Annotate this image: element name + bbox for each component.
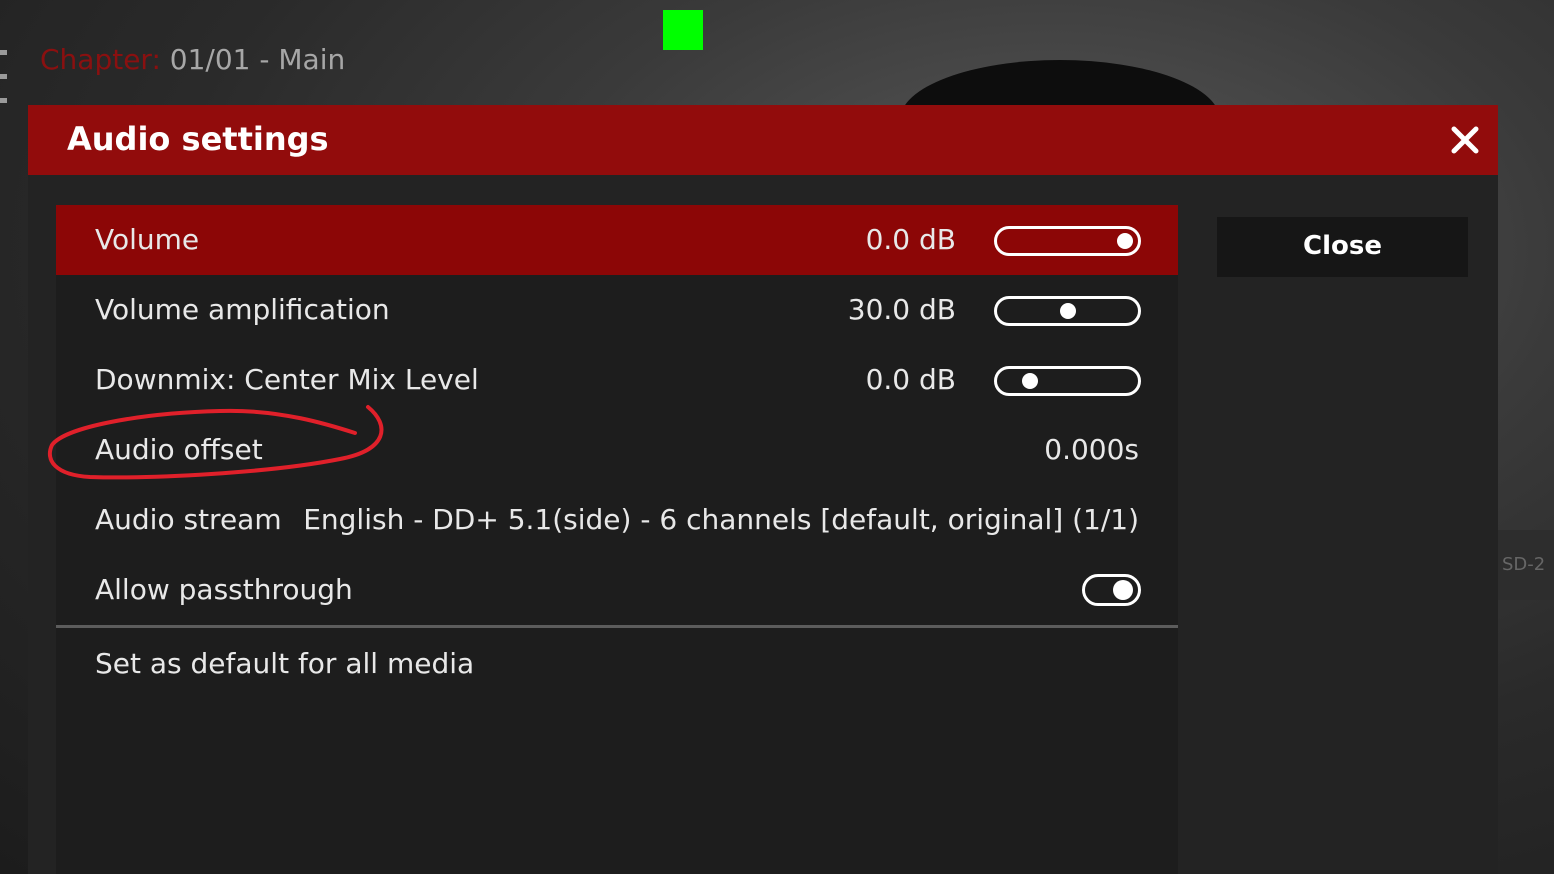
settings-list: Volume 0.0 dB Volume amplification 30.0 … (56, 205, 1178, 874)
setting-value: English - DD+ 5.1(side) - 6 channels [de… (303, 503, 1139, 536)
setting-row-audio-stream[interactable]: Audio stream English - DD+ 5.1(side) - 6… (56, 485, 1178, 555)
setting-row-allow-passthrough[interactable]: Allow passthrough (56, 555, 1178, 625)
volume-amplification-slider[interactable] (994, 296, 1141, 326)
setting-label: Volume (95, 223, 200, 256)
chapter-value: 01/01 - Main (160, 43, 346, 76)
setting-row-volume-amplification[interactable]: Volume amplification 30.0 dB (56, 275, 1178, 345)
slider-knob[interactable] (1022, 373, 1038, 389)
setting-row-audio-offset[interactable]: Audio offset 0.000s (56, 415, 1178, 485)
slider-knob[interactable] (1060, 303, 1076, 319)
setting-value: 30.0 dB (847, 293, 956, 326)
left-edge-dots (0, 50, 8, 122)
setting-row-downmix[interactable]: Downmix: Center Mix Level 0.0 dB (56, 345, 1178, 415)
audio-settings-dialog: Audio settings Volume 0.0 dB Volume ampl… (28, 105, 1498, 874)
divider (56, 625, 1178, 628)
set-default-button[interactable]: Set as default for all media (95, 629, 474, 699)
dialog-header: Audio settings (28, 105, 1498, 175)
setting-label: Downmix: Center Mix Level (95, 363, 479, 396)
setting-row-volume[interactable]: Volume 0.0 dB (56, 205, 1178, 275)
setting-value: 0.0 dB (865, 223, 956, 256)
background-side-panel: SD-2 (1498, 530, 1554, 600)
video-background: SD-2 Chapter: 01/01 - Main Audio setting… (0, 0, 1554, 874)
toggle-knob (1113, 580, 1133, 600)
setting-label: Volume amplification (95, 293, 390, 326)
setting-label: Audio offset (95, 433, 263, 466)
dialog-title: Audio settings (67, 120, 329, 158)
center-mix-level-slider[interactable] (994, 366, 1141, 396)
setting-label: Allow passthrough (95, 573, 353, 606)
slider-knob[interactable] (1117, 233, 1133, 249)
chapter-info: Chapter: 01/01 - Main (40, 40, 345, 80)
setting-label: Audio stream (95, 503, 282, 536)
close-icon[interactable] (1450, 125, 1480, 155)
setting-value: 0.000s (1044, 433, 1139, 466)
close-button[interactable]: Close (1217, 217, 1468, 277)
close-icon-glyph (1451, 126, 1479, 154)
background-side-panel-text: SD-2 (1502, 554, 1546, 575)
volume-slider[interactable] (994, 226, 1141, 256)
status-indicator (663, 10, 703, 50)
passthrough-toggle[interactable] (1082, 574, 1141, 606)
chapter-label: Chapter: (40, 43, 161, 76)
setting-value: 0.0 dB (865, 363, 956, 396)
